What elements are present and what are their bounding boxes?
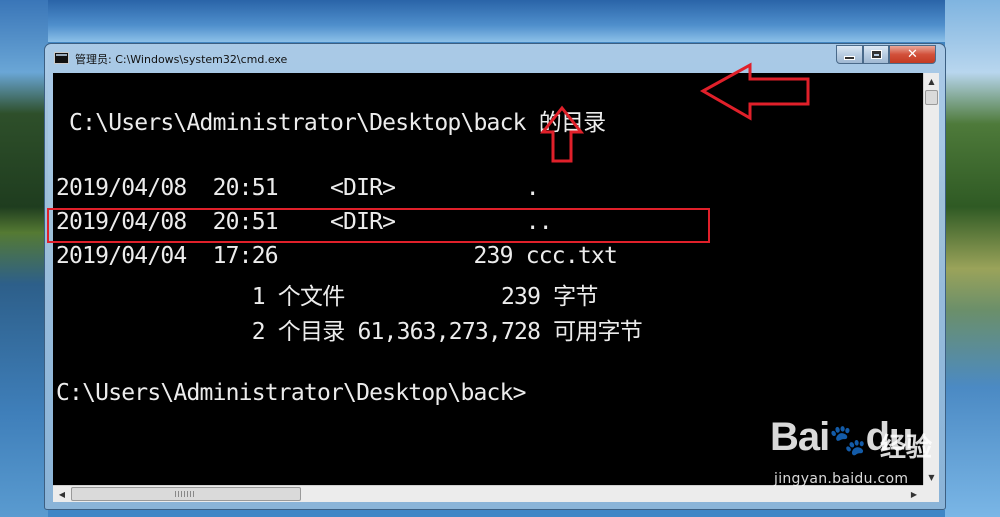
arrow-left-annotation: [699, 62, 810, 121]
watermark-url: jingyan.baidu.com: [774, 471, 909, 487]
baidu-jingyan-watermark: Bai🐾du 经验 jingyan.baidu.com: [770, 407, 950, 507]
watermark-cn: 经验: [880, 433, 933, 463]
arrow-up-annotation: [539, 105, 585, 163]
paw-logo-icon: 🐾: [829, 424, 866, 457]
